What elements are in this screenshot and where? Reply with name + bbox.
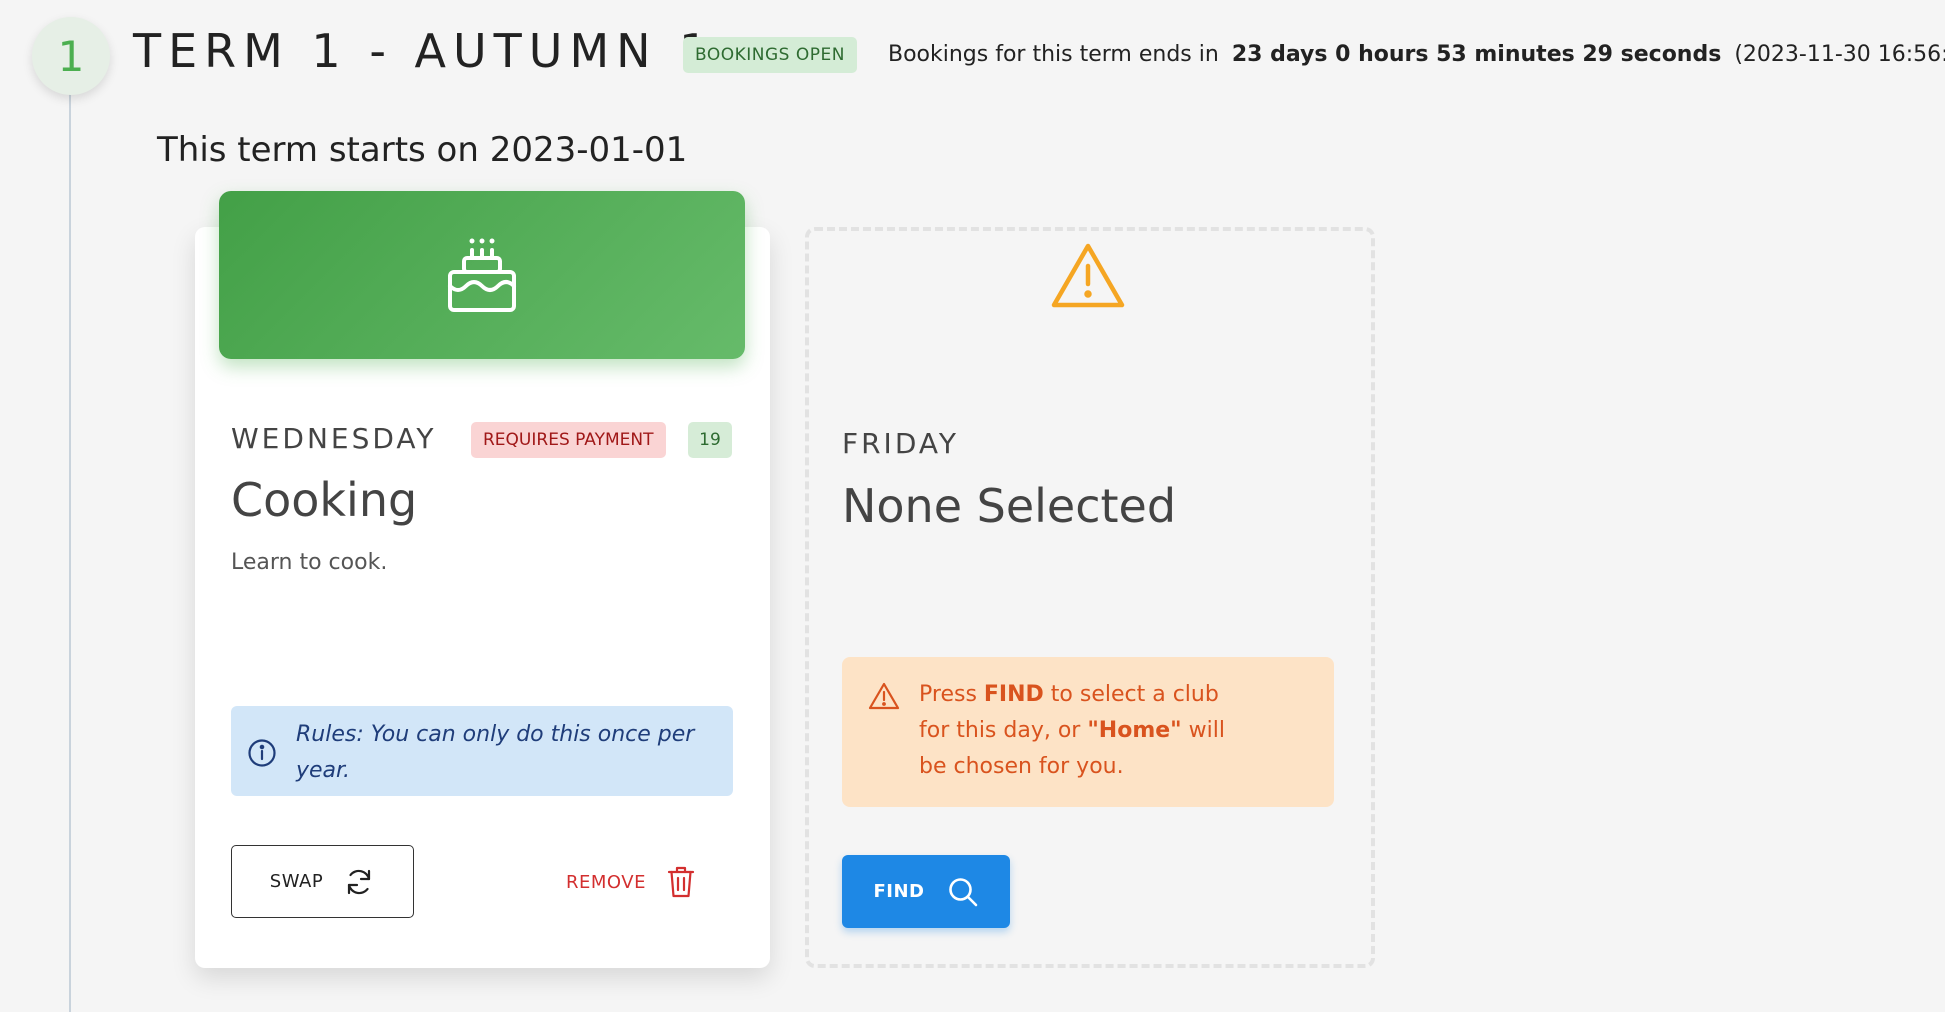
step-number-circle: 1: [32, 17, 110, 95]
club-description: Learn to cook.: [231, 550, 388, 575]
search-icon: [948, 877, 977, 906]
swap-button[interactable]: SWAP: [231, 845, 414, 918]
requires-payment-badge: REQUIRES PAYMENT: [471, 422, 666, 458]
countdown-date: (2023-11-30 16:56:00): [1734, 42, 1945, 67]
club-name: Cooking: [231, 473, 418, 527]
booking-countdown: Bookings for this term ends in 23 days 0…: [888, 42, 1945, 67]
alert-warning-icon: [868, 682, 900, 710]
day-label-wednesday: WEDNESDAY: [231, 422, 437, 455]
places-count-badge: 19: [688, 422, 732, 458]
countdown-value: 23 days 0 hours 53 minutes 29 seconds: [1231, 42, 1722, 67]
swap-label: SWAP: [269, 871, 324, 892]
remove-label: REMOVE: [566, 871, 646, 893]
countdown-prefix: Bookings for this term ends in: [888, 42, 1219, 67]
timeline-line: [69, 90, 71, 1012]
step-number: 1: [57, 31, 85, 81]
bookings-open-badge: BOOKINGS OPEN: [683, 37, 857, 73]
warning-icon: [1051, 243, 1125, 308]
rules-text: Rules: You can only do this once per yea…: [296, 722, 695, 783]
term-start-text: This term starts on 2023-01-01: [157, 130, 688, 170]
rules-info-box: Rules: You can only do this once per yea…: [231, 706, 733, 796]
term-title: TERM 1 - AUTUMN 1: [133, 24, 716, 78]
club-banner: [219, 191, 745, 359]
find-club-alert: Press FIND to select a club for this day…: [842, 657, 1334, 807]
refresh-icon: [348, 869, 371, 894]
info-icon: [248, 739, 276, 767]
remove-button[interactable]: REMOVE: [566, 860, 696, 904]
alert-text: Press FIND to select a club for this day…: [919, 682, 1225, 779]
day-label-friday: FRIDAY: [842, 427, 959, 460]
cake-icon: [448, 238, 516, 312]
find-button[interactable]: FIND: [842, 855, 1010, 928]
none-selected-text: None Selected: [842, 479, 1177, 533]
find-label: FIND: [873, 881, 925, 902]
trash-icon: [667, 866, 695, 898]
